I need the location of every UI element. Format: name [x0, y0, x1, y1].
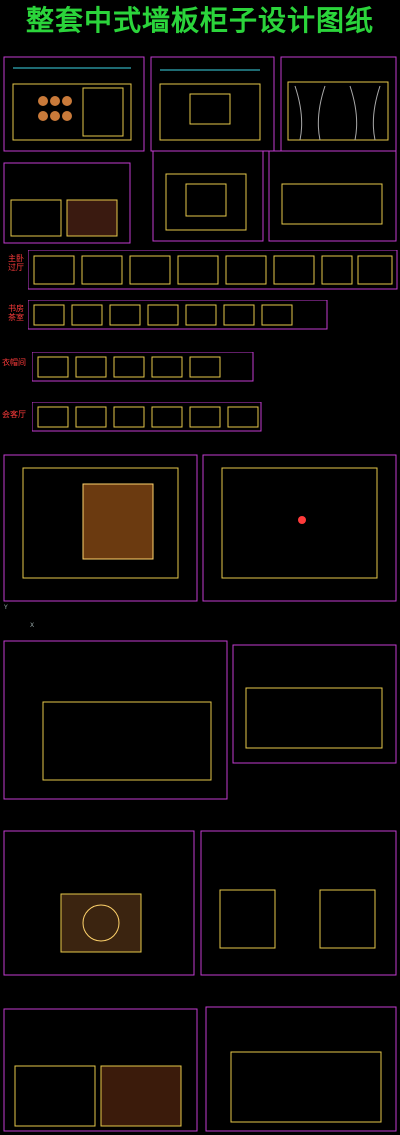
- elevation-sheet-1[interactable]: [3, 56, 145, 152]
- elevation-large-2[interactable]: [232, 644, 397, 764]
- section-row-2[interactable]: [28, 300, 328, 330]
- elevation-drawing: [280, 56, 397, 152]
- elevation-drawing: [205, 1006, 397, 1132]
- elevation-large-3[interactable]: [3, 830, 195, 976]
- section-row-1[interactable]: [28, 250, 398, 290]
- section-label: 主卧: [8, 254, 24, 263]
- section-label-closet: 衣帽间: [2, 358, 26, 367]
- section-row-4[interactable]: [32, 402, 262, 432]
- row-drawings: [28, 250, 398, 290]
- section-row-3[interactable]: [32, 352, 254, 382]
- elevation-drawing: [3, 640, 228, 800]
- elevation-large-4[interactable]: [200, 830, 397, 976]
- elevation-drawing: [3, 1008, 198, 1132]
- elevation-large-1[interactable]: [3, 640, 228, 800]
- row-drawings: [28, 300, 328, 330]
- elevation-drawing: [3, 56, 145, 152]
- section-label: 过厅: [8, 263, 24, 272]
- elevation-sheet-6[interactable]: [268, 150, 397, 242]
- row-drawings: [32, 352, 254, 382]
- section-label: 茶室: [8, 313, 24, 322]
- elevation-sheet-3[interactable]: [280, 56, 397, 152]
- elevation-drawing: [200, 830, 397, 976]
- section-label: 书房: [8, 304, 24, 313]
- elevation-sheet-5[interactable]: [152, 150, 264, 242]
- elevation-large-6[interactable]: [205, 1006, 397, 1132]
- axis-x-label: X: [30, 622, 35, 629]
- elevation-large-5[interactable]: [3, 1008, 198, 1132]
- row-drawings: [32, 402, 262, 432]
- floor-plan-1[interactable]: [3, 454, 198, 602]
- section-label-lounge: 会客厅: [2, 410, 26, 419]
- elevation-drawing: [152, 150, 264, 242]
- elevation-drawing: [150, 56, 275, 152]
- section-label-master-bedroom: 主卧 过厅: [8, 254, 24, 272]
- floor-plan-2[interactable]: [202, 454, 397, 602]
- elevation-drawing: [268, 150, 397, 242]
- elevation-drawing: [3, 162, 131, 244]
- plan-drawing: [3, 454, 198, 602]
- axis-y-label: Y: [4, 604, 8, 611]
- elevation-sheet-2[interactable]: [150, 56, 275, 152]
- section-label: 会客厅: [2, 410, 26, 419]
- section-label: 衣帽间: [2, 358, 26, 367]
- plan-drawing: [202, 454, 397, 602]
- elevation-drawing: [3, 830, 195, 976]
- section-label-study: 书房 茶室: [8, 304, 24, 322]
- elevation-sheet-4[interactable]: [3, 162, 131, 244]
- page-title: 整套中式墙板柜子设计图纸: [25, 4, 374, 37]
- elevation-drawing: [232, 644, 397, 764]
